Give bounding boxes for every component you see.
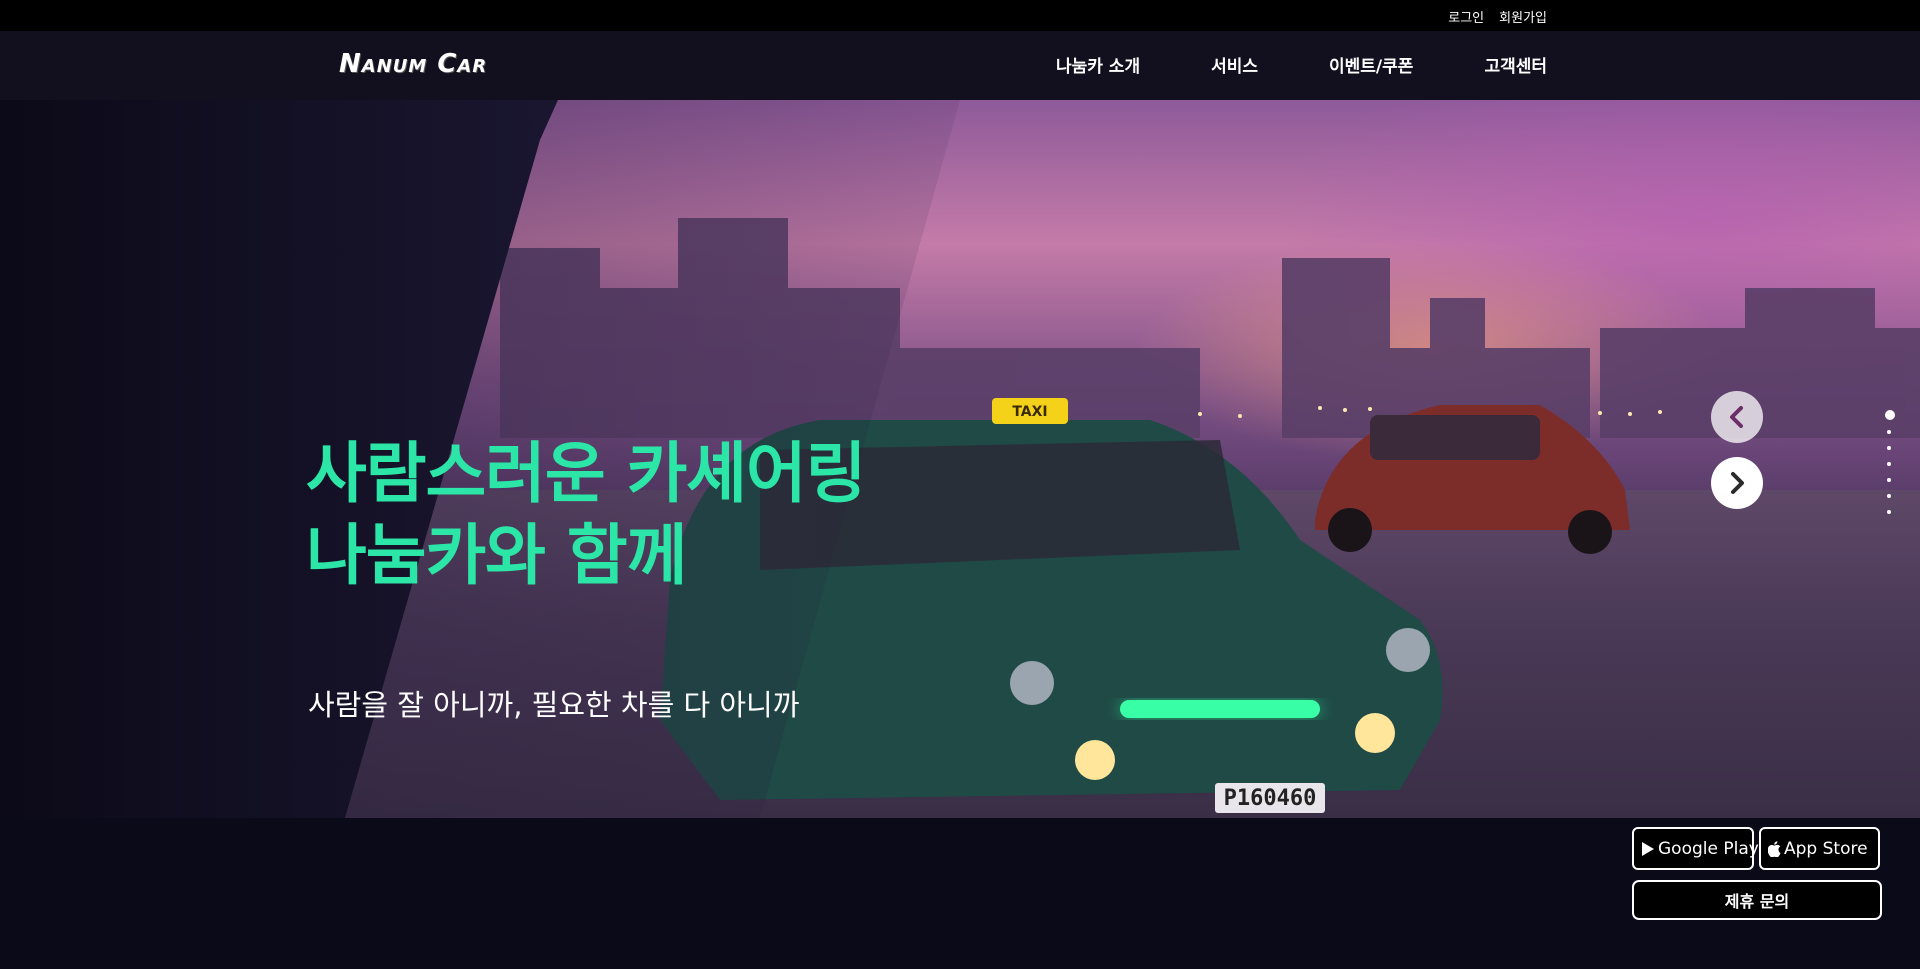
slider-dot[interactable] (1887, 446, 1891, 450)
app-store-buttons: Google Play App Store (1632, 827, 1880, 870)
nav-item-support[interactable]: 고객센터 (1484, 52, 1547, 77)
logo[interactable]: Nanum Car (339, 49, 487, 79)
slider-dot[interactable] (1887, 430, 1891, 434)
slider-dot[interactable] (1887, 494, 1891, 498)
google-play-label: Google Play (1658, 838, 1759, 859)
apple-icon (1768, 840, 1781, 857)
main-nav: Nanum Car 나눔카 소개 서비스 이벤트/쿠폰 고객센터 (0, 31, 1920, 100)
chevron-left-icon (1730, 406, 1743, 428)
hero-subline: 사람을 잘 아니까, 필요한 차를 다 아니까 (308, 688, 800, 722)
headline-line-2: 나눔카와 함께 (306, 517, 687, 594)
login-link[interactable]: 로그인 (1448, 7, 1484, 26)
slider-next-button[interactable] (1711, 457, 1763, 509)
hero-headline: 사람스러운 카셰어링 나눔카와 함께 (306, 433, 866, 597)
google-play-button[interactable]: Google Play (1632, 827, 1759, 870)
license-plate: P160460 (1224, 786, 1317, 811)
nav-item-about[interactable]: 나눔카 소개 (1056, 52, 1140, 77)
hero-banner: TAXI P160460 사람스러운 카셰어링 나눔카와 함께 사람을 잘 아니… (0, 100, 1920, 818)
slider-prev-button[interactable] (1711, 391, 1763, 443)
utility-bar: 로그인 회원가입 (0, 0, 1920, 31)
slider-dot[interactable] (1887, 462, 1891, 466)
slider-dot[interactable] (1887, 510, 1891, 514)
nav-menu: 나눔카 소개 서비스 이벤트/쿠폰 고객센터 (1056, 52, 1547, 77)
red-car (1315, 405, 1630, 554)
nav-item-service[interactable]: 서비스 (1211, 52, 1258, 77)
app-store-button[interactable]: App Store (1759, 827, 1880, 870)
headline-line-1: 사람스러운 카셰어링 (306, 435, 866, 512)
slider-dots (1885, 410, 1895, 526)
nav-item-event[interactable]: 이벤트/쿠폰 (1329, 52, 1413, 77)
app-store-label: App Store (1784, 838, 1868, 859)
slider-dot[interactable] (1887, 478, 1891, 482)
slider-dot[interactable] (1885, 410, 1895, 420)
chevron-right-icon (1731, 472, 1744, 494)
signup-link[interactable]: 회원가입 (1499, 7, 1547, 26)
play-icon (1641, 841, 1655, 857)
partnership-inquiry-button[interactable]: 제휴 문의 (1632, 880, 1882, 920)
taxi-sign: TAXI (1012, 404, 1047, 420)
utility-links: 로그인 회원가입 (1448, 7, 1547, 26)
